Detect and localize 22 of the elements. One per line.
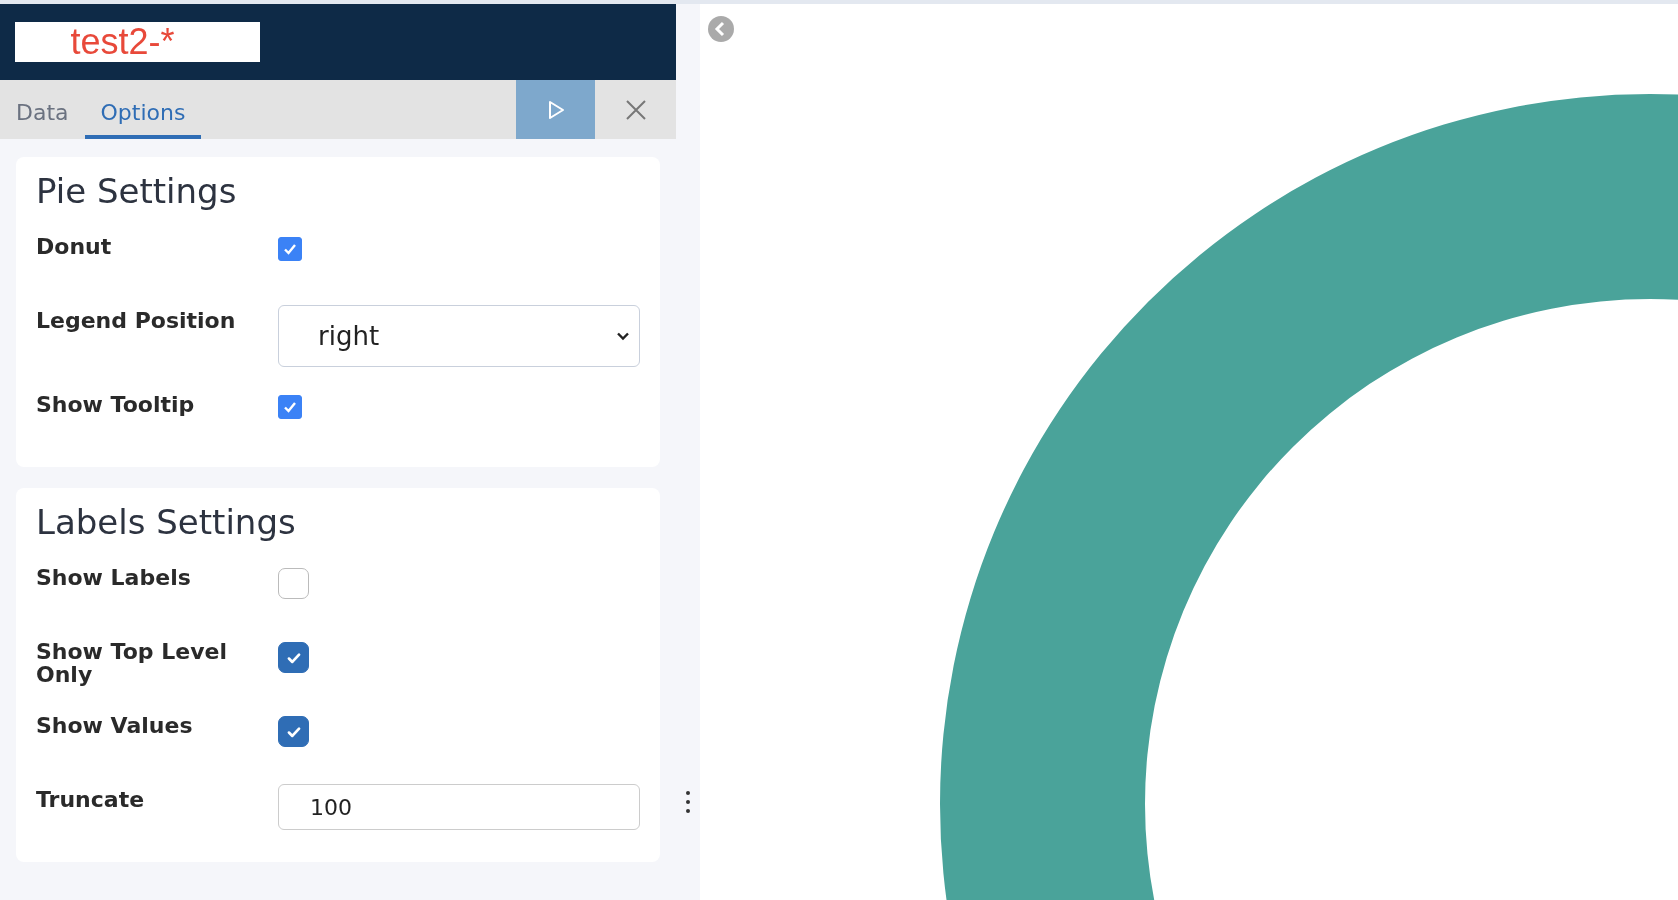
tab[interactable]: Options — [84, 80, 202, 139]
section-title: Pie Settings — [36, 171, 238, 211]
tab[interactable]: Data — [0, 80, 85, 139]
section-title: Labels Settings — [36, 502, 297, 542]
checkbox[interactable] — [278, 395, 302, 419]
checkbox[interactable] — [278, 716, 309, 747]
checkbox[interactable] — [278, 237, 302, 261]
field-label: Legend Position — [36, 307, 237, 333]
field-label: Show Labels — [36, 564, 192, 590]
collapse-icon[interactable] — [707, 15, 735, 43]
field-label: Show Values — [36, 712, 194, 738]
input-field[interactable]: 100 — [278, 784, 640, 830]
select-field[interactable]: right — [278, 305, 640, 367]
checkbox[interactable] — [278, 642, 309, 673]
checkbox[interactable] — [278, 568, 309, 599]
field-label: Truncate — [36, 786, 146, 812]
field-label: Show Top Level Only — [36, 638, 228, 687]
field-label: Donut — [36, 233, 113, 259]
title-field[interactable]: test2-* — [15, 22, 260, 62]
field-label: Show Tooltip — [36, 391, 196, 417]
kebab-icon[interactable] — [685, 790, 691, 814]
close-icon — [624, 98, 647, 121]
